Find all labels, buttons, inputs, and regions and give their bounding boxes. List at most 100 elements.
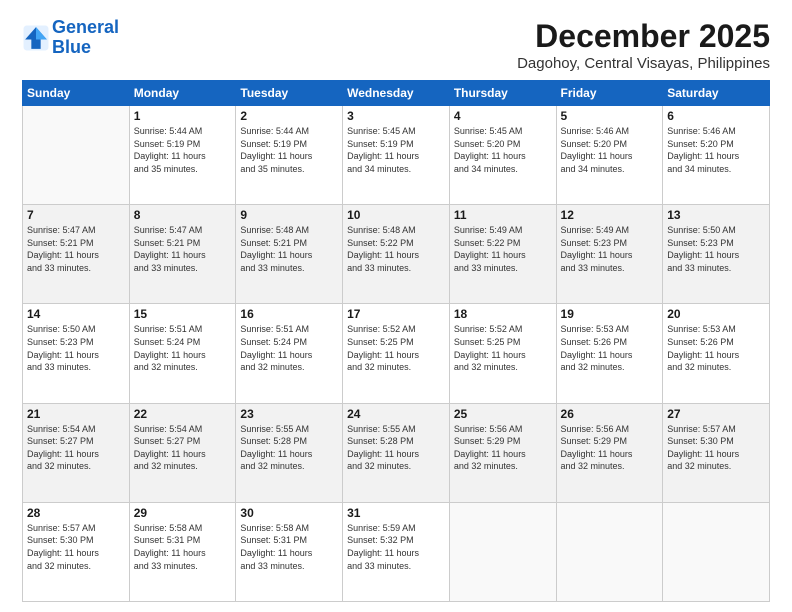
day-info: Sunrise: 5:50 AM Sunset: 5:23 PM Dayligh… (667, 224, 765, 274)
calendar-week-row: 1Sunrise: 5:44 AM Sunset: 5:19 PM Daylig… (23, 106, 770, 205)
calendar-day-cell: 14 Sunrise: 5:50 AM Sunset: 5:23 PM Dayli… (23, 304, 130, 403)
calendar-day-cell: 10 Sunrise: 5:48 AM Sunset: 5:22 PM Dayli… (343, 205, 450, 304)
calendar-day-cell: 3 Sunrise: 5:45 AM Sunset: 5:19 PM Daylig… (343, 106, 450, 205)
day-number: 9 (240, 208, 338, 222)
location: Dagohoy, Central Visayas, Philippines (517, 55, 770, 72)
day-info: Sunrise: 5:50 AM Sunset: 5:23 PM Dayligh… (27, 323, 125, 373)
day-info: Sunrise: 5:55 AM Sunset: 5:28 PM Dayligh… (347, 423, 445, 473)
day-info: Sunrise: 5:52 AM Sunset: 5:25 PM Dayligh… (347, 323, 445, 373)
calendar-week-row: 14 Sunrise: 5:50 AM Sunset: 5:23 PM Dayli… (23, 304, 770, 403)
calendar-day-cell: 5 Sunrise: 5:46 AM Sunset: 5:20 PM Daylig… (556, 106, 663, 205)
logo-line2: Blue (52, 37, 91, 57)
day-info: Sunrise: 5:48 AM Sunset: 5:21 PM Dayligh… (240, 224, 338, 274)
day-number: 28 (27, 506, 125, 520)
calendar-day-cell (556, 502, 663, 601)
day-number: 8 (134, 208, 232, 222)
calendar-day-cell: 17 Sunrise: 5:52 AM Sunset: 5:25 PM Dayli… (343, 304, 450, 403)
day-info: Sunrise: 5:47 AM Sunset: 5:21 PM Dayligh… (134, 224, 232, 274)
calendar-day-cell: 26 Sunrise: 5:56 AM Sunset: 5:29 PM Dayli… (556, 403, 663, 502)
day-number: 22 (134, 407, 232, 421)
calendar-day-cell: 4 Sunrise: 5:45 AM Sunset: 5:20 PM Daylig… (449, 106, 556, 205)
calendar-day-cell (23, 106, 130, 205)
day-number: 12 (561, 208, 659, 222)
calendar-day-header: Sunday (23, 81, 130, 106)
day-info: Sunrise: 5:46 AM Sunset: 5:20 PM Dayligh… (667, 125, 765, 175)
day-number: 7 (27, 208, 125, 222)
calendar-day-cell: 8 Sunrise: 5:47 AM Sunset: 5:21 PM Daylig… (129, 205, 236, 304)
day-info: Sunrise: 5:44 AM Sunset: 5:19 PM Dayligh… (134, 125, 232, 175)
calendar-day-cell: 1Sunrise: 5:44 AM Sunset: 5:19 PM Daylig… (129, 106, 236, 205)
day-info: Sunrise: 5:53 AM Sunset: 5:26 PM Dayligh… (561, 323, 659, 373)
day-info: Sunrise: 5:55 AM Sunset: 5:28 PM Dayligh… (240, 423, 338, 473)
day-number: 3 (347, 109, 445, 123)
day-number: 2 (240, 109, 338, 123)
calendar-day-cell: 15 Sunrise: 5:51 AM Sunset: 5:24 PM Dayli… (129, 304, 236, 403)
calendar-body: 1Sunrise: 5:44 AM Sunset: 5:19 PM Daylig… (23, 106, 770, 602)
day-number: 14 (27, 307, 125, 321)
calendar-table: SundayMondayTuesdayWednesdayThursdayFrid… (22, 80, 770, 602)
calendar-week-row: 21Sunrise: 5:54 AM Sunset: 5:27 PM Dayli… (23, 403, 770, 502)
calendar-day-header: Tuesday (236, 81, 343, 106)
day-info: Sunrise: 5:45 AM Sunset: 5:19 PM Dayligh… (347, 125, 445, 175)
logo-icon (22, 24, 50, 52)
day-info: Sunrise: 5:46 AM Sunset: 5:20 PM Dayligh… (561, 125, 659, 175)
day-number: 20 (667, 307, 765, 321)
calendar-day-header: Friday (556, 81, 663, 106)
calendar-day-cell: 9 Sunrise: 5:48 AM Sunset: 5:21 PM Daylig… (236, 205, 343, 304)
calendar-day-cell (663, 502, 770, 601)
day-info: Sunrise: 5:58 AM Sunset: 5:31 PM Dayligh… (240, 522, 338, 572)
day-info: Sunrise: 5:49 AM Sunset: 5:22 PM Dayligh… (454, 224, 552, 274)
calendar-day-cell: 22Sunrise: 5:54 AM Sunset: 5:27 PM Dayli… (129, 403, 236, 502)
calendar-day-cell (449, 502, 556, 601)
day-info: Sunrise: 5:54 AM Sunset: 5:27 PM Dayligh… (27, 423, 125, 473)
day-number: 29 (134, 506, 232, 520)
day-info: Sunrise: 5:58 AM Sunset: 5:31 PM Dayligh… (134, 522, 232, 572)
day-number: 19 (561, 307, 659, 321)
calendar-day-cell: 31Sunrise: 5:59 AM Sunset: 5:32 PM Dayli… (343, 502, 450, 601)
calendar-day-cell: 21Sunrise: 5:54 AM Sunset: 5:27 PM Dayli… (23, 403, 130, 502)
day-number: 25 (454, 407, 552, 421)
day-number: 24 (347, 407, 445, 421)
calendar-day-header: Thursday (449, 81, 556, 106)
calendar-day-cell: 28Sunrise: 5:57 AM Sunset: 5:30 PM Dayli… (23, 502, 130, 601)
title-block: December 2025 Dagohoy, Central Visayas, … (517, 18, 770, 72)
page: General Blue December 2025 Dagohoy, Cent… (0, 0, 792, 612)
calendar-day-cell: 19 Sunrise: 5:53 AM Sunset: 5:26 PM Dayli… (556, 304, 663, 403)
calendar-day-cell: 16 Sunrise: 5:51 AM Sunset: 5:24 PM Dayli… (236, 304, 343, 403)
calendar-day-cell: 2 Sunrise: 5:44 AM Sunset: 5:19 PM Daylig… (236, 106, 343, 205)
calendar-day-header: Saturday (663, 81, 770, 106)
day-number: 4 (454, 109, 552, 123)
day-number: 16 (240, 307, 338, 321)
calendar-day-cell: 25 Sunrise: 5:56 AM Sunset: 5:29 PM Dayli… (449, 403, 556, 502)
day-number: 26 (561, 407, 659, 421)
calendar-day-cell: 13 Sunrise: 5:50 AM Sunset: 5:23 PM Dayli… (663, 205, 770, 304)
day-info: Sunrise: 5:45 AM Sunset: 5:20 PM Dayligh… (454, 125, 552, 175)
day-number: 15 (134, 307, 232, 321)
day-number: 13 (667, 208, 765, 222)
calendar-day-cell: 29 Sunrise: 5:58 AM Sunset: 5:31 PM Dayli… (129, 502, 236, 601)
header: General Blue December 2025 Dagohoy, Cent… (22, 18, 770, 72)
calendar-day-header: Wednesday (343, 81, 450, 106)
day-number: 6 (667, 109, 765, 123)
day-info: Sunrise: 5:52 AM Sunset: 5:25 PM Dayligh… (454, 323, 552, 373)
day-number: 17 (347, 307, 445, 321)
day-info: Sunrise: 5:51 AM Sunset: 5:24 PM Dayligh… (240, 323, 338, 373)
day-info: Sunrise: 5:48 AM Sunset: 5:22 PM Dayligh… (347, 224, 445, 274)
calendar-day-cell: 18Sunrise: 5:52 AM Sunset: 5:25 PM Dayli… (449, 304, 556, 403)
calendar-week-row: 7 Sunrise: 5:47 AM Sunset: 5:21 PM Daylig… (23, 205, 770, 304)
day-info: Sunrise: 5:47 AM Sunset: 5:21 PM Dayligh… (27, 224, 125, 274)
calendar-day-cell: 30Sunrise: 5:58 AM Sunset: 5:31 PM Dayli… (236, 502, 343, 601)
calendar-day-header: Monday (129, 81, 236, 106)
month-title: December 2025 (517, 18, 770, 55)
day-number: 11 (454, 208, 552, 222)
day-number: 5 (561, 109, 659, 123)
day-number: 10 (347, 208, 445, 222)
day-info: Sunrise: 5:59 AM Sunset: 5:32 PM Dayligh… (347, 522, 445, 572)
calendar-day-cell: 27Sunrise: 5:57 AM Sunset: 5:30 PM Dayli… (663, 403, 770, 502)
day-info: Sunrise: 5:44 AM Sunset: 5:19 PM Dayligh… (240, 125, 338, 175)
day-info: Sunrise: 5:56 AM Sunset: 5:29 PM Dayligh… (561, 423, 659, 473)
day-info: Sunrise: 5:51 AM Sunset: 5:24 PM Dayligh… (134, 323, 232, 373)
calendar-day-cell: 24 Sunrise: 5:55 AM Sunset: 5:28 PM Dayli… (343, 403, 450, 502)
day-info: Sunrise: 5:53 AM Sunset: 5:26 PM Dayligh… (667, 323, 765, 373)
day-info: Sunrise: 5:56 AM Sunset: 5:29 PM Dayligh… (454, 423, 552, 473)
